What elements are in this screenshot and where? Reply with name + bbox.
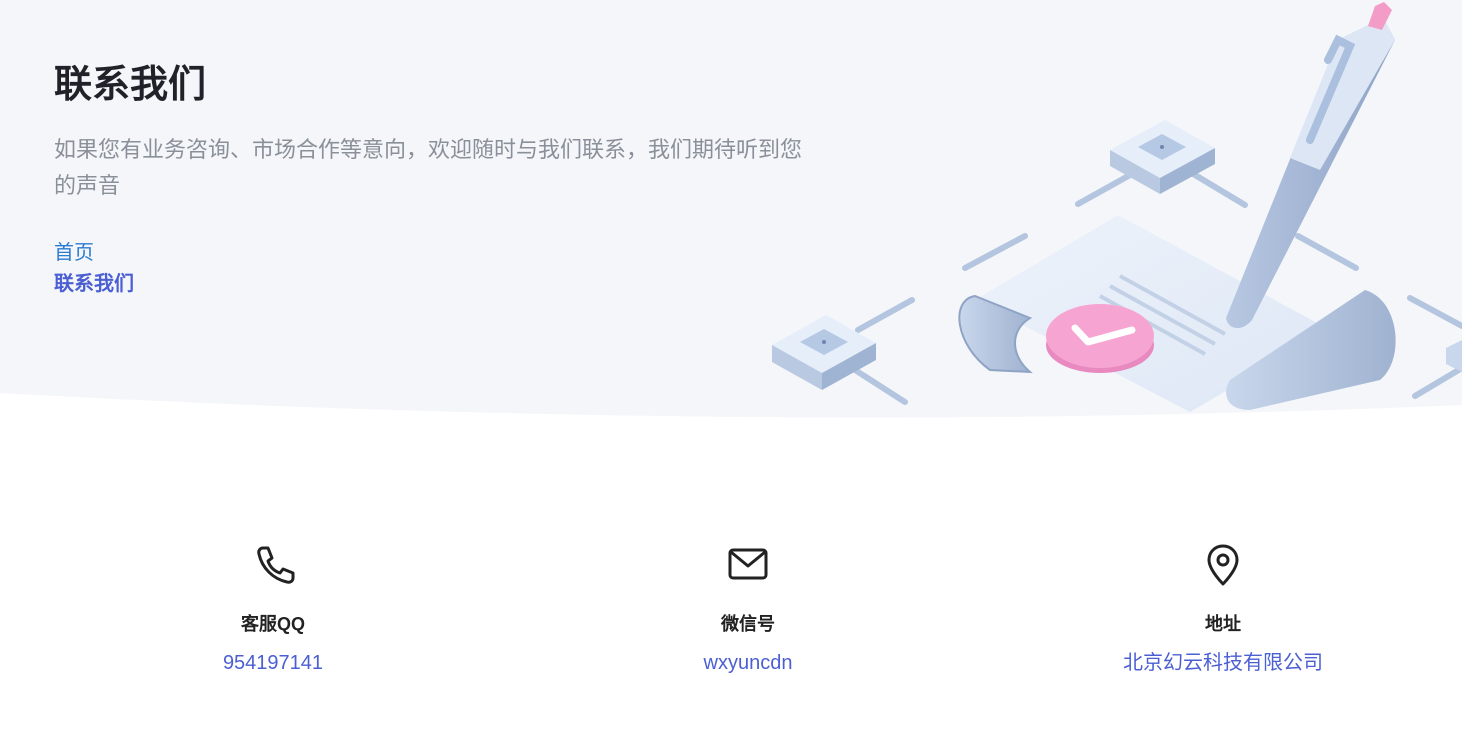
location-pin-icon (1207, 544, 1239, 586)
breadcrumb-current: 联系我们 (54, 273, 134, 295)
contact-label: 微信号 (721, 614, 775, 634)
contact-value: 954197141 (222, 652, 324, 674)
contact-illustration (772, 2, 1462, 412)
page-title: 联系我们 (54, 64, 207, 106)
hero-content: 联系我们 如果您有业务咨询、市场合作等意向，欢迎随时与我们联系，我们期待听到您的… (54, 58, 814, 300)
breadcrumb-home-link[interactable]: 首页 (54, 238, 814, 268)
phone-icon (257, 546, 295, 584)
contact-value: wxyuncdn (703, 652, 793, 674)
contact-value: 北京幻云科技有限公司 (1123, 652, 1323, 674)
contact-label: 地址 (1205, 614, 1241, 634)
contact-card-address: 地址 北京幻云科技有限公司 (1073, 540, 1373, 676)
page-subtitle: 如果您有业务咨询、市场合作等意向，欢迎随时与我们联系，我们期待听到您的声音 (54, 137, 803, 198)
hero-banner: 联系我们 如果您有业务咨询、市场合作等意向，欢迎随时与我们联系，我们期待听到您的… (0, 0, 1462, 430)
contact-card-wechat: 微信号 wxyuncdn (598, 540, 898, 676)
contact-label: 客服QQ (240, 614, 305, 634)
breadcrumb: 首页 联系我们 (54, 238, 814, 300)
contact-info-section: 客服QQ 954197141 微信号 wxyuncdn 地址 北京幻云科技有限公… (0, 540, 1462, 710)
mail-icon (728, 548, 768, 580)
contact-card-qq: 客服QQ 954197141 (123, 540, 423, 676)
